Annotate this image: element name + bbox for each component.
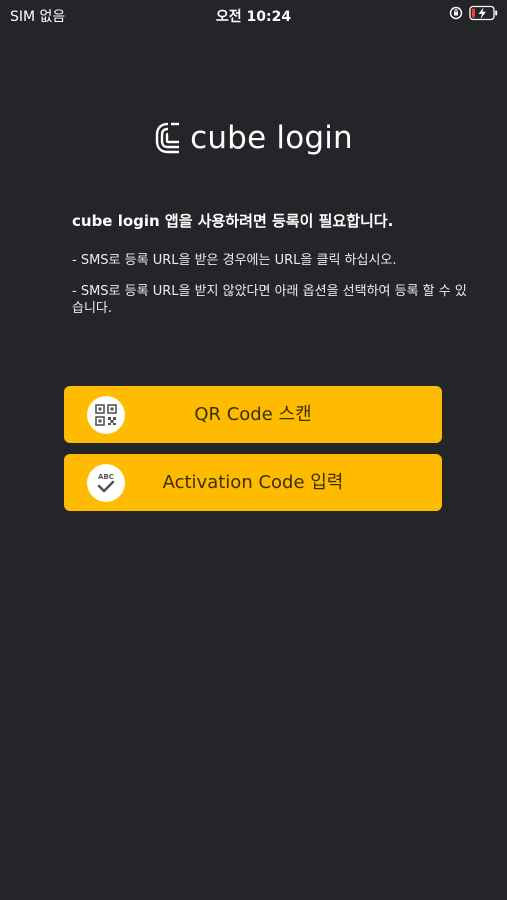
app-logo: cube login <box>0 120 507 156</box>
activation-code-label: Activation Code 입력 <box>162 472 344 493</box>
cube-login-logo-icon <box>155 122 180 154</box>
sms-url-instruction: - SMS로 등록 URL을 받은 경우에는 URL을 클릭 하십시오. <box>72 253 397 268</box>
logo-text: cube login <box>190 120 353 156</box>
registration-headline: cube login 앱을 사용하려면 등록이 필요합니다. <box>72 212 394 230</box>
activation-code-button[interactable]: ABC Activation Code 입력 <box>64 454 442 511</box>
status-time: 오전 10:24 <box>215 9 292 25</box>
status-indicators <box>449 5 499 21</box>
orientation-lock-icon <box>449 6 463 20</box>
register-options-instruction: - SMS로 등록 URL을 받지 않았다면 아래 옵션을 선택하여 등록 할 … <box>72 284 467 316</box>
qr-code-scan-button[interactable]: QR Code 스캔 <box>64 386 442 443</box>
qr-code-scan-label: QR Code 스캔 <box>194 404 312 425</box>
status-bar: SIM 없음 오전 10:24 <box>0 0 507 28</box>
battery-charging-icon <box>469 5 498 21</box>
